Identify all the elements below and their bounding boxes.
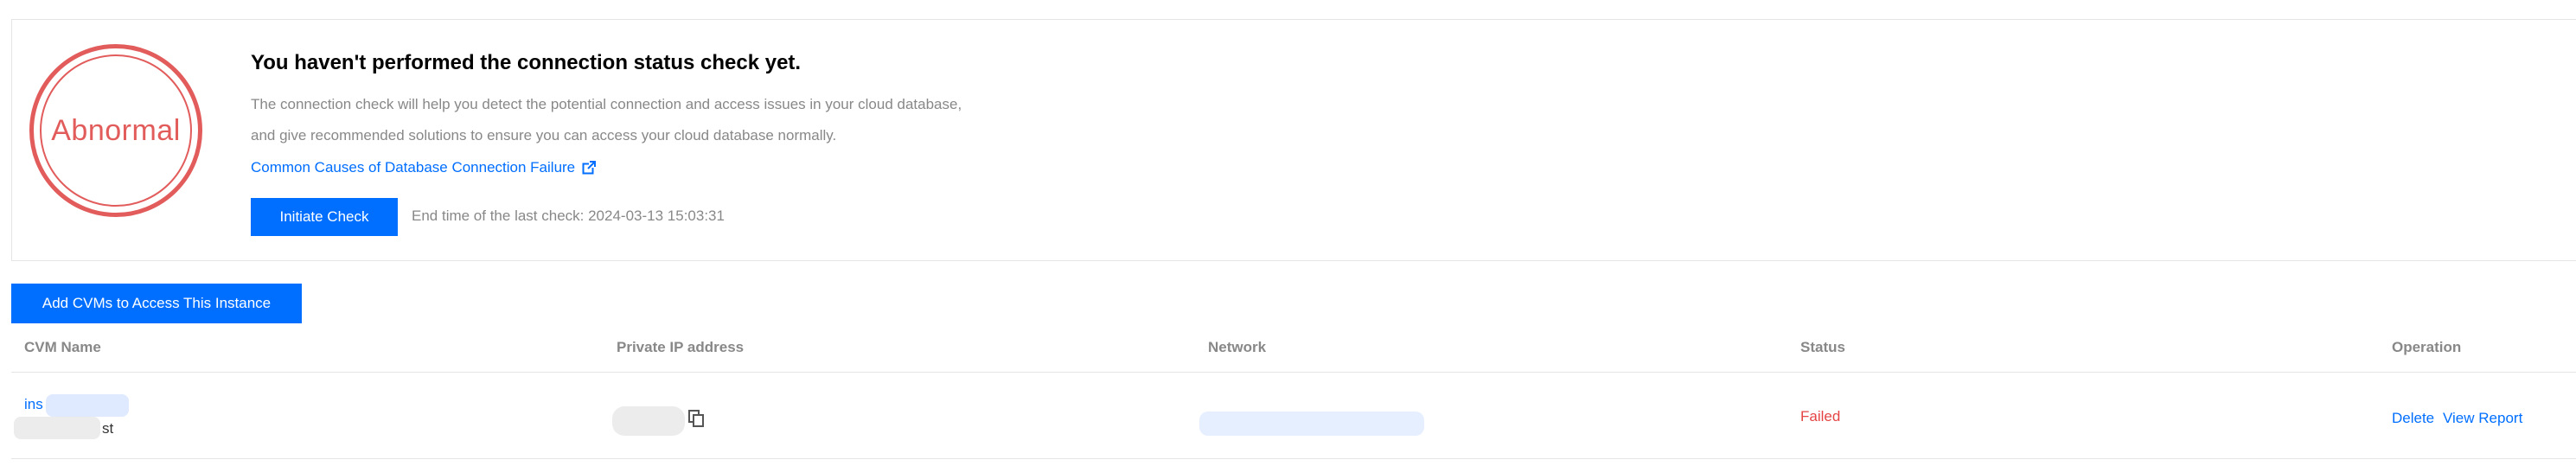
status-failed: Failed: [1800, 408, 1841, 425]
cvm-name-link[interactable]: ins: [24, 396, 43, 413]
common-causes-link[interactable]: Common Causes of Database Connection Fai…: [251, 159, 597, 176]
last-check-time: End time of the last check: 2024-03-13 1…: [412, 207, 725, 224]
redacted-cvm-subname: [14, 417, 100, 439]
badge-text: Abnormal: [51, 113, 181, 147]
external-link-icon: [582, 161, 597, 175]
description-line-2: and give recommended solutions to ensure…: [251, 127, 837, 144]
badge-inner-ring: Abnormal: [40, 54, 192, 207]
abnormal-status-badge: Abnormal: [29, 44, 202, 217]
column-header-operation: Operation: [2392, 339, 2462, 355]
cvm-subname: st: [102, 420, 114, 437]
table-row-divider: [11, 458, 2576, 459]
add-cvm-button[interactable]: Add CVMs to Access This Instance: [11, 284, 302, 323]
delete-link[interactable]: Delete: [2392, 410, 2434, 427]
connection-check-panel: Abnormal You haven't performed the conne…: [11, 19, 2576, 261]
common-causes-link-text: Common Causes of Database Connection Fai…: [251, 159, 576, 176]
column-header-status: Status: [1800, 339, 1845, 355]
initiate-check-button[interactable]: Initiate Check: [251, 198, 398, 236]
redacted-cvm-id: [46, 394, 129, 417]
redacted-private-ip: [612, 406, 685, 436]
column-header-private-ip: Private IP address: [617, 339, 745, 355]
view-report-link[interactable]: View Report: [2443, 410, 2522, 427]
column-header-network: Network: [1208, 339, 1267, 355]
redacted-network: [1199, 412, 1424, 436]
column-header-cvm-name: CVM Name: [24, 339, 101, 355]
copy-icon[interactable]: [688, 410, 704, 427]
description-line-1: The connection check will help you detec…: [251, 96, 962, 112]
panel-title: You haven't performed the connection sta…: [251, 51, 802, 74]
table-header-divider: [11, 372, 2576, 373]
